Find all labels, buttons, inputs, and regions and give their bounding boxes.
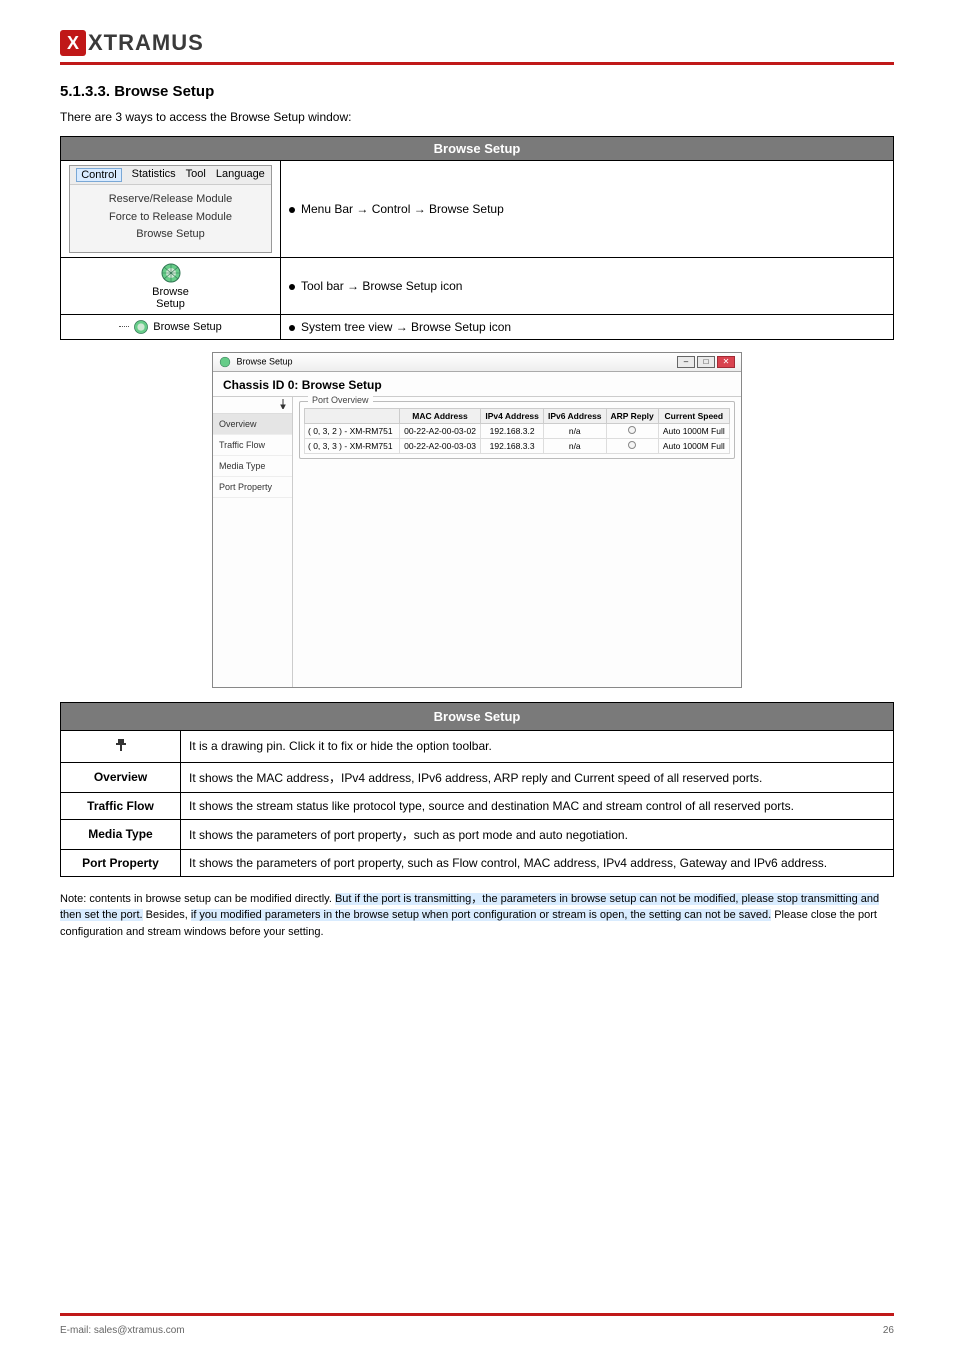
- opt-pin-desc: It is a drawing pin. Click it to fix or …: [181, 730, 894, 762]
- browse-setup-tree-icon[interactable]: Browse Setup: [69, 319, 272, 335]
- access-table: Browse Setup Control Statistics Tool Lan…: [60, 136, 894, 340]
- cell-ipv4: 192.168.3.3: [481, 438, 544, 453]
- logo-text: XTRAMUS: [88, 30, 204, 56]
- section-intro: There are 3 ways to access the Browse Se…: [60, 108, 894, 126]
- window-sidebar: Overview Traffic Flow Media Type Port Pr…: [213, 397, 293, 687]
- port-overview-group: Port Overview MAC Address IPv4 Address I…: [299, 401, 735, 459]
- opt-portprop-desc: It shows the parameters of port property…: [181, 849, 894, 876]
- opt-overview-desc: It shows the MAC address，IPv4 address, I…: [181, 762, 894, 792]
- cell-ipv6: n/a: [543, 423, 606, 438]
- cell-port: ( 0, 3, 2 ) - XM-RM751: [305, 423, 400, 438]
- arp-led-icon: [628, 426, 636, 434]
- cell-speed: Auto 1000M Full: [658, 423, 729, 438]
- opt-traffic-desc: It shows the stream status like protocol…: [181, 792, 894, 819]
- menu-item-browse-setup[interactable]: Browse Setup: [88, 226, 253, 244]
- opt-portprop-label: Port Property: [61, 849, 181, 876]
- opt-media-desc: It shows the parameters of port property…: [181, 819, 894, 849]
- brand-logo: X XTRAMUS: [60, 30, 894, 56]
- table-row: Port Property It shows the parameters of…: [61, 849, 894, 876]
- menu-item-reserve[interactable]: Reserve/Release Module: [88, 191, 253, 209]
- table-row: Control Statistics Tool Language Reserve…: [61, 161, 894, 258]
- col-speed: Current Speed: [658, 408, 729, 423]
- table-row: Overview It shows the MAC address，IPv4 a…: [61, 762, 894, 792]
- cell-mac: 00-22-A2-00-03-03: [399, 438, 481, 453]
- col-port: [305, 408, 400, 423]
- options-header: Browse Setup: [61, 702, 894, 730]
- access-desc-1: Menu Bar → Control → Browse Setup: [281, 161, 894, 258]
- opt-traffic-label: Traffic Flow: [61, 792, 181, 819]
- close-button[interactable]: ✕: [717, 356, 735, 368]
- nav-port-property[interactable]: Port Property: [213, 477, 292, 498]
- nav-overview[interactable]: Overview: [213, 414, 292, 435]
- nav-media-type[interactable]: Media Type: [213, 456, 292, 477]
- toolbar-icon-label: Browse Setup: [152, 286, 189, 310]
- note-paragraph: Note: contents in browse setup can be mo…: [60, 891, 894, 941]
- menu-control[interactable]: Control: [76, 168, 121, 182]
- section-heading: 5.1.3.3. Browse Setup: [60, 83, 894, 100]
- window-buttons: – □ ✕: [677, 356, 735, 368]
- opt-overview-label: Overview: [61, 762, 181, 792]
- access-cell-tree: Browse Setup: [61, 314, 281, 339]
- cell-ipv6: n/a: [543, 438, 606, 453]
- options-table: Browse Setup It is a drawing pin. Click …: [60, 702, 894, 877]
- browse-setup-window: Browse Setup – □ ✕ Chassis ID 0: Browse …: [212, 352, 742, 688]
- table-row: Browse Setup System tree view → Browse S…: [61, 314, 894, 339]
- group-label: Port Overview: [308, 395, 373, 405]
- pin-icon: [113, 737, 129, 753]
- table-row: ( 0, 3, 2 ) - XM-RM751 00-22-A2-00-03-02…: [305, 423, 730, 438]
- note-highlight-2: if you modified parameters in the browse…: [191, 909, 771, 921]
- table-row: Browse Setup Tool bar → Browse Setup ico…: [61, 257, 894, 314]
- maximize-button[interactable]: □: [697, 356, 715, 368]
- col-arp: ARP Reply: [606, 408, 658, 423]
- col-ipv6: IPv6 Address: [543, 408, 606, 423]
- col-mac: MAC Address: [399, 408, 481, 423]
- pin-icon[interactable]: [213, 397, 292, 414]
- page-footer: E-mail: sales@xtramus.com 26: [60, 1325, 894, 1336]
- opt-pin-cell: [61, 730, 181, 762]
- menu-statistics[interactable]: Statistics: [132, 168, 176, 182]
- cell-ipv4: 192.168.3.2: [481, 423, 544, 438]
- col-ipv4: IPv4 Address: [481, 408, 544, 423]
- cell-arp[interactable]: [606, 423, 658, 438]
- table-row: It is a drawing pin. Click it to fix or …: [61, 730, 894, 762]
- browse-setup-toolbar-icon[interactable]: Browse Setup: [141, 262, 201, 310]
- access-desc-2: Tool bar → Browse Setup icon: [281, 257, 894, 314]
- window-heading: Chassis ID 0: Browse Setup: [213, 372, 741, 397]
- access-cell-toolbar: Browse Setup: [61, 257, 281, 314]
- access-table-header: Browse Setup: [61, 137, 894, 161]
- tree-icon-label: Browse Setup: [153, 321, 221, 333]
- nav-traffic-flow[interactable]: Traffic Flow: [213, 435, 292, 456]
- minimize-button[interactable]: –: [677, 356, 695, 368]
- menu-dropdown-mock: Control Statistics Tool Language Reserve…: [69, 165, 272, 253]
- header-rule: [60, 62, 894, 65]
- menu-item-force-release[interactable]: Force to Release Module: [88, 209, 253, 227]
- window-title: Browse Setup: [219, 356, 293, 368]
- logo-mark: X: [60, 30, 86, 56]
- footer-rule: [60, 1313, 894, 1316]
- opt-media-label: Media Type: [61, 819, 181, 849]
- table-row: Media Type It shows the parameters of po…: [61, 819, 894, 849]
- footer-email: E-mail: sales@xtramus.com: [60, 1325, 185, 1336]
- cell-arp[interactable]: [606, 438, 658, 453]
- cell-port: ( 0, 3, 3 ) - XM-RM751: [305, 438, 400, 453]
- cell-speed: Auto 1000M Full: [658, 438, 729, 453]
- cell-mac: 00-22-A2-00-03-02: [399, 423, 481, 438]
- table-row: ( 0, 3, 3 ) - XM-RM751 00-22-A2-00-03-03…: [305, 438, 730, 453]
- access-desc-3: System tree view → Browse Setup icon: [281, 314, 894, 339]
- port-overview-grid: MAC Address IPv4 Address IPv6 Address AR…: [304, 408, 730, 454]
- arp-led-icon: [628, 441, 636, 449]
- menu-language[interactable]: Language: [216, 168, 265, 182]
- footer-page: 26: [883, 1325, 894, 1336]
- table-row: Traffic Flow It shows the stream status …: [61, 792, 894, 819]
- access-cell-menu: Control Statistics Tool Language Reserve…: [61, 161, 281, 258]
- menu-tool[interactable]: Tool: [186, 168, 206, 182]
